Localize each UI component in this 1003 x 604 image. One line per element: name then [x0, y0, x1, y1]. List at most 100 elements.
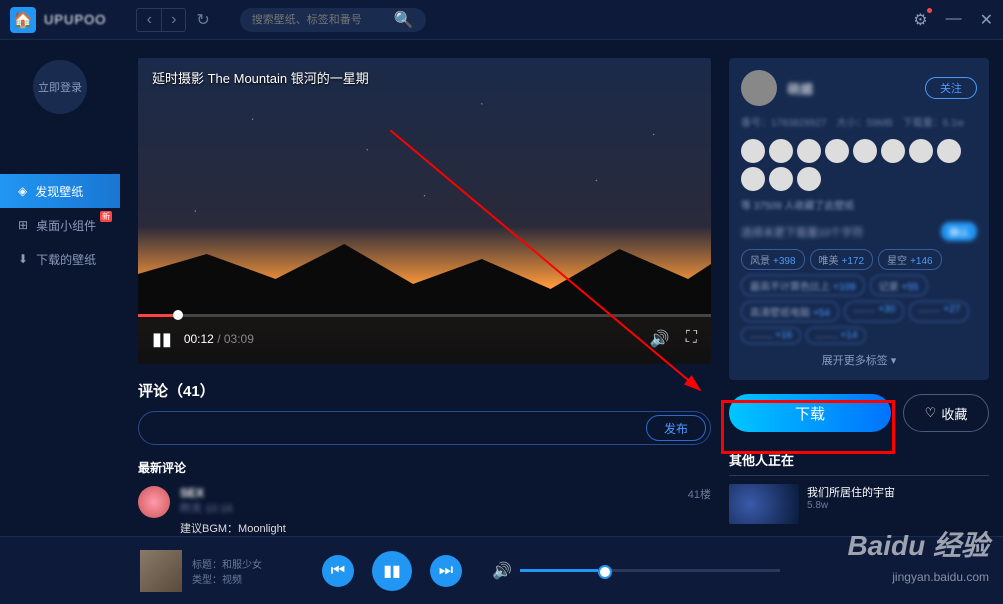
comment-text: 建议BGM：Moonlight — [180, 520, 678, 536]
minimize-button[interactable]: — — [946, 10, 962, 30]
now-playing-info: 标题：和服少女 类型：视频 — [192, 556, 262, 586]
login-button[interactable]: 立即登录 — [33, 60, 87, 114]
fan-avatar[interactable] — [937, 139, 961, 163]
search-box[interactable]: 🔍 — [240, 8, 426, 32]
tag-confirm-button[interactable]: 确认 — [941, 222, 977, 241]
watermark-url: jingyan.baidu.com — [892, 570, 989, 584]
brand-name: UPUPOO — [44, 12, 106, 27]
download-icon: ⬇ — [18, 252, 28, 266]
play-pause-button[interactable]: ▮▮ — [372, 551, 412, 591]
comment-item: SEX 昨天 10:16 建议BGM：Moonlight 41楼 — [138, 486, 711, 536]
sidebar-item-discover[interactable]: ◈ 发现壁纸 — [0, 174, 120, 208]
comment-input-box: 发布 — [138, 411, 711, 445]
duration: 03:09 — [224, 332, 254, 346]
volume-slider[interactable] — [520, 569, 780, 572]
volume-icon[interactable]: 🔊 — [650, 329, 670, 349]
comment-time: 昨天 10:16 — [180, 500, 678, 516]
favorite-button[interactable]: ♡ 收藏 — [903, 394, 989, 432]
back-button[interactable]: ‹ — [137, 9, 161, 31]
pause-icon[interactable]: ▮▮ — [152, 329, 172, 350]
tag-pill[interactable]: 最高不计算色比上+109 — [741, 275, 865, 296]
fan-avatar[interactable] — [853, 139, 877, 163]
others-header: 其他人正在 — [729, 450, 989, 476]
other-wallpaper-item[interactable]: 我们所居住的宇宙 5.8w — [729, 484, 989, 524]
comment-input[interactable] — [155, 421, 646, 436]
sidebar-item-downloads[interactable]: ⬇ 下载的壁纸 — [0, 242, 120, 276]
prev-button[interactable]: ⏮ — [322, 555, 354, 587]
search-icon[interactable]: 🔍 — [394, 10, 414, 30]
follow-button[interactable]: 关注 — [925, 77, 977, 99]
fan-avatar[interactable] — [741, 167, 765, 191]
fan-avatar[interactable] — [909, 139, 933, 163]
now-playing-thumb[interactable] — [140, 550, 182, 592]
forward-button[interactable]: › — [161, 9, 185, 31]
other-thumbnail — [729, 484, 799, 524]
top-bar: 🏠 UPUPOO ‹ › ↻ 🔍 ⚙ — ✕ — [0, 0, 1003, 40]
other-title: 我们所居住的宇宙 — [807, 484, 989, 500]
fan-avatar[interactable] — [797, 167, 821, 191]
fullscreen-icon[interactable]: ⛶ — [686, 329, 697, 349]
video-time: 00:12 / 03:09 — [184, 332, 254, 346]
tag-pill[interactable]: 记录+55 — [870, 275, 928, 296]
sidebar-item-label: 桌面小组件 — [36, 217, 96, 234]
other-views: 5.8w — [807, 500, 989, 511]
download-button[interactable]: 下载 — [729, 394, 891, 432]
video-controls: ▮▮ 00:12 / 03:09 🔊 ⛶ — [138, 314, 711, 364]
left-column: 延时摄影 The Mountain 银河的一星期 ▮▮ 00:12 / 03:0… — [138, 58, 711, 536]
sidebar-item-widgets[interactable]: ⊞ 桌面小组件 新 — [0, 208, 120, 242]
fans-avatars — [741, 139, 977, 191]
right-column: 萌媚 关注 番号：1783828927 大小：59MB 下载量：6.1w 等 3… — [729, 58, 989, 536]
video-player[interactable]: 延时摄影 The Mountain 银河的一星期 ▮▮ 00:12 / 03:0… — [138, 58, 711, 364]
close-button[interactable]: ✕ — [980, 10, 993, 30]
fan-avatar[interactable] — [825, 139, 849, 163]
author-avatar[interactable] — [741, 70, 777, 106]
discover-icon: ◈ — [18, 184, 27, 198]
comment-floor: 41楼 — [688, 486, 711, 536]
comment-count: 41 — [183, 383, 200, 400]
app-logo-icon: 🏠 — [10, 7, 36, 33]
sidebar: 立即登录 ◈ 发现壁纸 ⊞ 桌面小组件 新 ⬇ 下载的壁纸 — [0, 40, 120, 604]
tags-list: 风景+398唯美+172星空+146 最高不计算色比上+109记录+55 高清壁纸电… — [741, 249, 977, 344]
tag-pill[interactable]: 唯美+172 — [810, 249, 874, 270]
tag-pill[interactable]: ........+27 — [909, 301, 969, 322]
wallpaper-meta: 番号：1783828927 大小：59MB 下载量：6.1w — [741, 114, 977, 129]
next-button[interactable]: ⏭ — [430, 555, 462, 587]
tag-hint: 选择未更下载量10个字符 确认 — [741, 222, 977, 241]
tag-pill[interactable]: ........+16 — [741, 327, 801, 344]
sidebar-item-label: 发现壁纸 — [35, 183, 83, 200]
fan-avatar[interactable] — [769, 167, 793, 191]
tag-pill[interactable]: 风景+398 — [741, 249, 805, 270]
fan-avatar[interactable] — [881, 139, 905, 163]
fan-avatar[interactable] — [797, 139, 821, 163]
latest-comments-label: 最新评论 — [138, 459, 711, 476]
video-scenery — [138, 234, 711, 314]
nav-buttons: ‹ › — [136, 8, 186, 32]
window-controls: ⚙ — ✕ — [913, 10, 993, 30]
favorite-label: 收藏 — [941, 404, 967, 423]
tag-pill[interactable]: ........+30 — [844, 301, 904, 322]
publish-button[interactable]: 发布 — [646, 415, 706, 441]
search-input[interactable] — [252, 14, 394, 26]
main-content: 延时摄影 The Mountain 银河的一星期 ▮▮ 00:12 / 03:0… — [120, 40, 1003, 536]
sidebar-item-label: 下载的壁纸 — [36, 251, 96, 268]
commenter-avatar[interactable] — [138, 486, 170, 518]
tag-pill[interactable]: 高清壁纸电脑+54 — [741, 301, 839, 322]
author-name: 萌媚 — [787, 79, 915, 98]
watermark: Baidu 经验 — [847, 524, 989, 564]
tag-pill[interactable]: ........+14 — [806, 327, 866, 344]
author-box: 萌媚 关注 番号：1783828927 大小：59MB 下载量：6.1w 等 3… — [729, 58, 989, 380]
refresh-button[interactable]: ↻ — [196, 10, 209, 30]
expand-tags-button[interactable]: 展开更多标签 ▾ — [741, 352, 977, 368]
fan-avatar[interactable] — [769, 139, 793, 163]
commenter-name: SEX — [180, 486, 678, 500]
tag-pill[interactable]: 星空+146 — [878, 249, 942, 270]
video-title: 延时摄影 The Mountain 银河的一星期 — [152, 68, 369, 87]
heart-icon: ♡ — [925, 405, 937, 421]
current-time: 00:12 — [184, 332, 214, 346]
fan-avatar[interactable] — [741, 139, 765, 163]
comments-header: 评论（41） — [138, 380, 711, 401]
now-type: 视频 — [222, 575, 242, 586]
progress-bar[interactable] — [138, 314, 711, 317]
settings-icon[interactable]: ⚙ — [913, 10, 927, 30]
speaker-icon[interactable]: 🔊 — [492, 561, 512, 581]
